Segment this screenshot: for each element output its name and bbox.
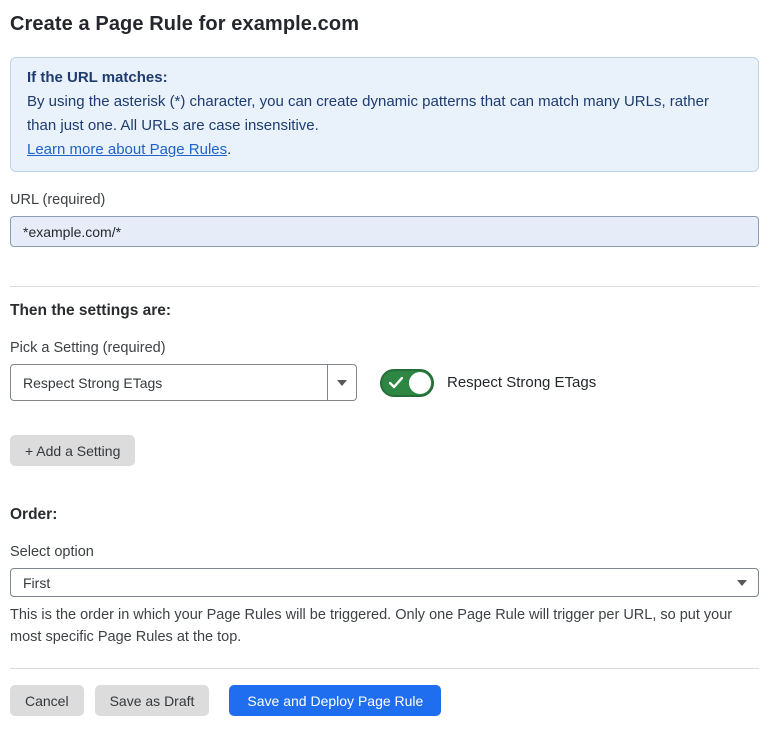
url-match-info-box: If the URL matches: By using the asteris… xyxy=(10,57,759,172)
info-box-link-line: Learn more about Page Rules. xyxy=(27,138,742,162)
order-select-value: First xyxy=(11,569,726,596)
setting-select-arrow-box[interactable] xyxy=(327,365,356,400)
order-help-text: This is the order in which your Page Rul… xyxy=(10,604,759,648)
settings-section-heading: Then the settings are: xyxy=(10,301,759,320)
order-section-heading: Order: xyxy=(10,505,759,524)
caret-down-icon xyxy=(737,580,747,586)
caret-down-icon xyxy=(337,380,347,386)
link-suffix-period: . xyxy=(227,141,231,158)
pick-setting-label: Pick a Setting (required) xyxy=(10,339,759,357)
setting-select[interactable]: Respect Strong ETags xyxy=(10,364,357,401)
order-select-arrow-box[interactable] xyxy=(726,569,758,596)
order-select[interactable]: First xyxy=(10,568,759,597)
setting-select-value: Respect Strong ETags xyxy=(11,365,327,400)
setting-toggle-label: Respect Strong ETags xyxy=(447,374,596,391)
setting-row: Respect Strong ETags Respect Strong ETag… xyxy=(10,364,759,401)
page-rule-form: Create a Page Rule for example.com If th… xyxy=(0,12,769,716)
footer-button-row: Cancel Save as Draft Save and Deploy Pag… xyxy=(10,685,759,716)
order-select-label: Select option xyxy=(10,543,759,561)
section-divider-bottom xyxy=(10,668,759,669)
page-title: Create a Page Rule for example.com xyxy=(10,12,759,36)
info-box-body: By using the asterisk (*) character, you… xyxy=(27,90,742,138)
check-icon xyxy=(389,377,403,389)
save-and-deploy-button[interactable]: Save and Deploy Page Rule xyxy=(229,685,441,716)
url-input[interactable] xyxy=(10,216,759,247)
url-field-label: URL (required) xyxy=(10,191,759,209)
setting-toggle[interactable] xyxy=(380,369,434,397)
info-box-heading: If the URL matches: xyxy=(27,66,742,90)
toggle-knob xyxy=(409,372,431,394)
learn-more-link[interactable]: Learn more about Page Rules xyxy=(27,141,227,158)
save-as-draft-button[interactable]: Save as Draft xyxy=(95,685,210,716)
add-setting-button[interactable]: + Add a Setting xyxy=(10,435,135,466)
cancel-button[interactable]: Cancel xyxy=(10,685,84,716)
section-divider-top xyxy=(10,286,759,287)
